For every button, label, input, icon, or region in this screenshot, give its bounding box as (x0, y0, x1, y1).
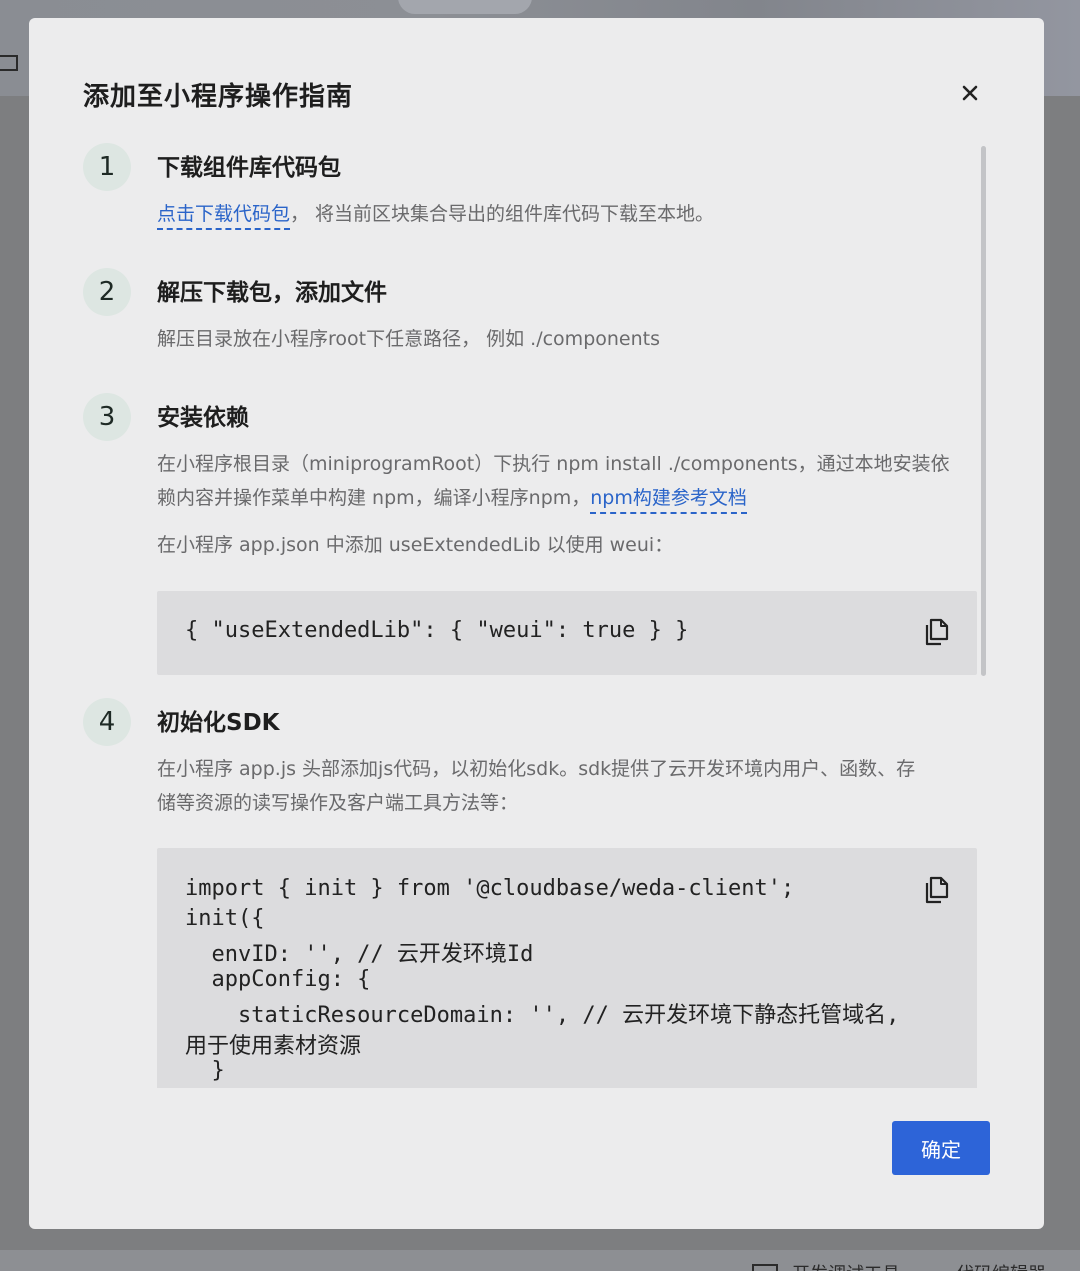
guide-content-scroll[interactable]: 1 下载组件库代码包 点击下载代码包， 将当前区块集合导出的组件库代码下载至本地… (79, 143, 979, 1088)
step-4-title: 初始化SDK (157, 710, 280, 736)
step-2-description: 解压目录放在小程序root下任意路径， 例如 ./components (157, 328, 661, 350)
close-icon (962, 85, 978, 101)
code-line: appConfig: { (185, 967, 371, 992)
background-panel-icon (0, 55, 18, 71)
step-3-text: 赖内容并操作菜单中构建 npm，编译小程序npm， (157, 487, 591, 509)
confirm-button[interactable]: 确定 (892, 1121, 990, 1175)
code-line: staticResourceDomain: '', // 云开发环境下静态托管域… (185, 1003, 900, 1028)
step-3-description-line-3: 在小程序 app.json 中添加 useExtendedLib 以使用 weu… (157, 534, 674, 556)
background-footer: 开发调试工具 代码编辑器 (0, 1250, 1080, 1271)
step-4-number-badge: 4 (83, 698, 131, 746)
step-3-title: 安装依赖 (157, 405, 249, 431)
background-debug-tools-label: 开发调试工具 (792, 1260, 900, 1271)
npm-build-docs-link[interactable]: npm构建参考文档 (590, 487, 747, 514)
close-button[interactable] (955, 78, 985, 108)
step-1-description: 点击下载代码包， 将当前区块集合导出的组件库代码下载至本地。 (157, 199, 715, 230)
copy-icon[interactable] (923, 618, 949, 646)
code-line: import { init } from '@cloudbase/weda-cl… (185, 876, 795, 901)
scrollbar-thumb[interactable] (981, 146, 986, 676)
background-pill-button (398, 0, 532, 14)
sdk-init-code-block: import { init } from '@cloudbase/weda-cl… (157, 848, 977, 1088)
code-line: { "useExtendedLib": { "weui": true } } (185, 618, 689, 643)
monitor-icon (752, 1264, 778, 1271)
dialog-title: 添加至小程序操作指南 (83, 82, 354, 112)
background-code-editor-label: 代码编辑器 (956, 1260, 1046, 1271)
guide-dialog: 添加至小程序操作指南 1 下载组件库代码包 点击下载代码包， 将当前区块集合导出… (29, 18, 1044, 1229)
app-json-code-block: { "useExtendedLib": { "weui": true } } (157, 591, 977, 675)
download-package-link[interactable]: 点击下载代码包 (157, 203, 291, 230)
step-1-text: ， 将当前区块集合导出的组件库代码下载至本地。 (290, 203, 715, 225)
code-line: } (185, 1058, 225, 1083)
step-4-description-line-1: 在小程序 app.js 头部添加js代码，以初始化sdk。sdk提供了云开发环境… (157, 758, 916, 780)
step-2-title: 解压下载包，添加文件 (157, 280, 387, 306)
step-2-number-badge: 2 (83, 268, 131, 316)
copy-icon[interactable] (923, 876, 949, 904)
code-line: init({ (185, 906, 265, 931)
step-3-description-line-2: 赖内容并操作菜单中构建 npm，编译小程序npm，npm构建参考文档 (157, 483, 747, 514)
step-4-description-line-2: 储等资源的读写操作及客户端工具方法等： (157, 792, 519, 814)
code-line: envID: '', // 云开发环境Id (185, 942, 534, 967)
step-3-number-badge: 3 (83, 393, 131, 441)
step-3-description-line-1: 在小程序根目录（miniprogramRoot）下执行 npm install … (157, 453, 950, 475)
code-line: 用于使用素材资源 (185, 1034, 362, 1059)
step-1-title: 下载组件库代码包 (157, 155, 341, 181)
step-1-number-badge: 1 (83, 143, 131, 191)
